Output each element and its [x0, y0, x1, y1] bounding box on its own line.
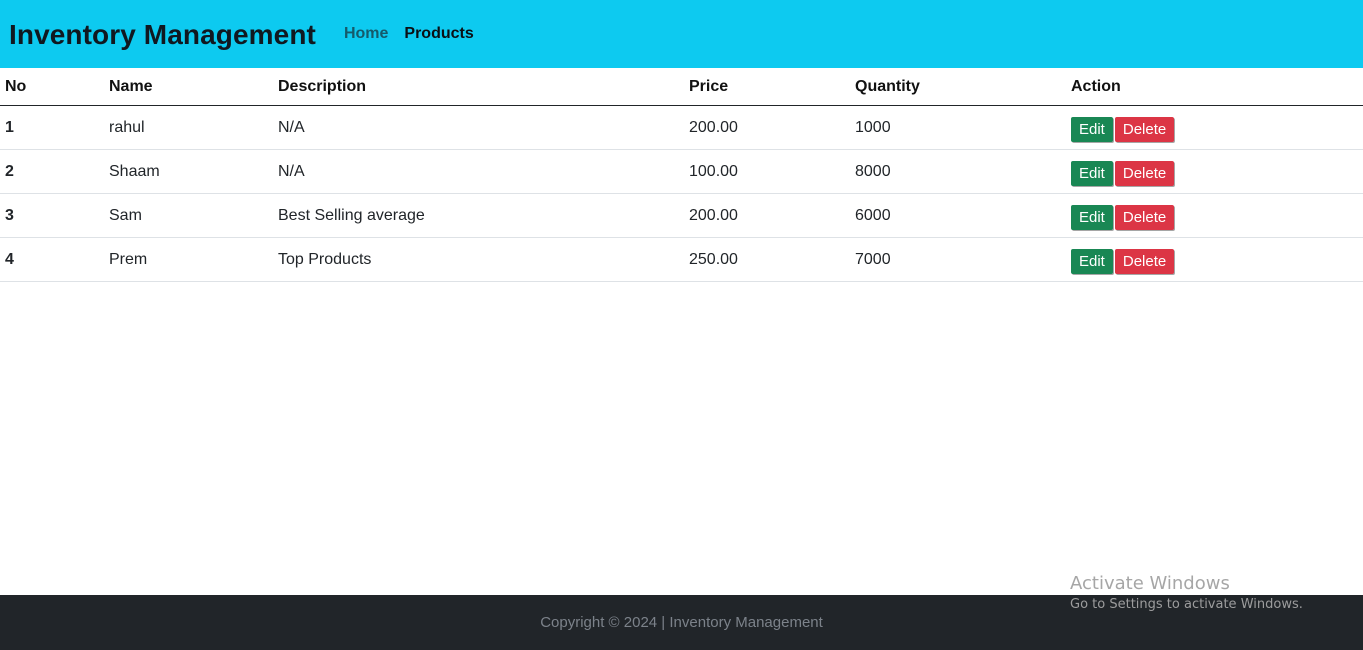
nav-link-home[interactable]: Home [344, 25, 388, 43]
header-quantity: Quantity [850, 68, 1066, 106]
cell-no: 1 [0, 105, 104, 150]
cell-name: Shaam [104, 149, 273, 194]
header-price: Price [684, 68, 850, 106]
header-action: Action [1066, 68, 1363, 106]
cell-name: Sam [104, 193, 273, 238]
cell-name: Prem [104, 237, 273, 282]
footer-copyright: Copyright © 2024 | Inventory Management [540, 614, 823, 631]
table-row: 4 Prem Top Products 250.00 7000 Edit Dele… [0, 237, 1363, 282]
cell-description: Best Selling average [273, 193, 684, 238]
watermark-title: Activate Windows [1070, 573, 1230, 594]
edit-button[interactable]: Edit [1071, 117, 1113, 142]
table-row: 2 Shaam N/A 100.00 8000 Edit Delete [0, 149, 1363, 194]
cell-no: 3 [0, 193, 104, 238]
delete-button[interactable]: Delete [1114, 249, 1175, 274]
delete-button[interactable]: Delete [1114, 161, 1175, 186]
header-no: No [0, 68, 104, 106]
products-table: No Name Description Price Quantity Actio… [0, 68, 1363, 282]
cell-name: rahul [104, 105, 273, 150]
cell-description: Top Products [273, 237, 684, 282]
edit-button[interactable]: Edit [1071, 205, 1113, 230]
cell-no: 4 [0, 237, 104, 282]
cell-price: 200.00 [684, 105, 850, 150]
table-header-row: No Name Description Price Quantity Actio… [0, 68, 1363, 106]
cell-price: 200.00 [684, 193, 850, 238]
edit-button[interactable]: Edit [1071, 249, 1113, 274]
cell-quantity: 7000 [850, 237, 1066, 282]
cell-price: 100.00 [684, 149, 850, 194]
cell-description: N/A [273, 105, 684, 150]
delete-button[interactable]: Delete [1114, 205, 1175, 230]
products-table-container: No Name Description Price Quantity Actio… [0, 68, 1363, 282]
table-row: 1 rahul N/A 200.00 1000 Edit Delete [0, 105, 1363, 150]
cell-action: Edit Delete [1066, 105, 1363, 150]
brand-title[interactable]: Inventory Management [9, 19, 316, 51]
cell-quantity: 6000 [850, 193, 1066, 238]
cell-action: Edit Delete [1066, 237, 1363, 282]
cell-price: 250.00 [684, 237, 850, 282]
watermark-subtitle: Go to Settings to activate Windows. [1070, 597, 1303, 612]
header-name: Name [104, 68, 273, 106]
cell-quantity: 8000 [850, 149, 1066, 194]
windows-activation-watermark: Activate Windows Go to Settings to activ… [1070, 573, 1303, 615]
cell-quantity: 1000 [850, 105, 1066, 150]
table-row: 3 Sam Best Selling average 200.00 6000 E… [0, 193, 1363, 238]
cell-no: 2 [0, 149, 104, 194]
cell-action: Edit Delete [1066, 193, 1363, 238]
cell-action: Edit Delete [1066, 149, 1363, 194]
delete-button[interactable]: Delete [1114, 117, 1175, 142]
navbar: Inventory Management Home Products [0, 0, 1363, 68]
header-description: Description [273, 68, 684, 106]
edit-button[interactable]: Edit [1071, 161, 1113, 186]
cell-description: N/A [273, 149, 684, 194]
nav-link-products[interactable]: Products [404, 25, 473, 43]
